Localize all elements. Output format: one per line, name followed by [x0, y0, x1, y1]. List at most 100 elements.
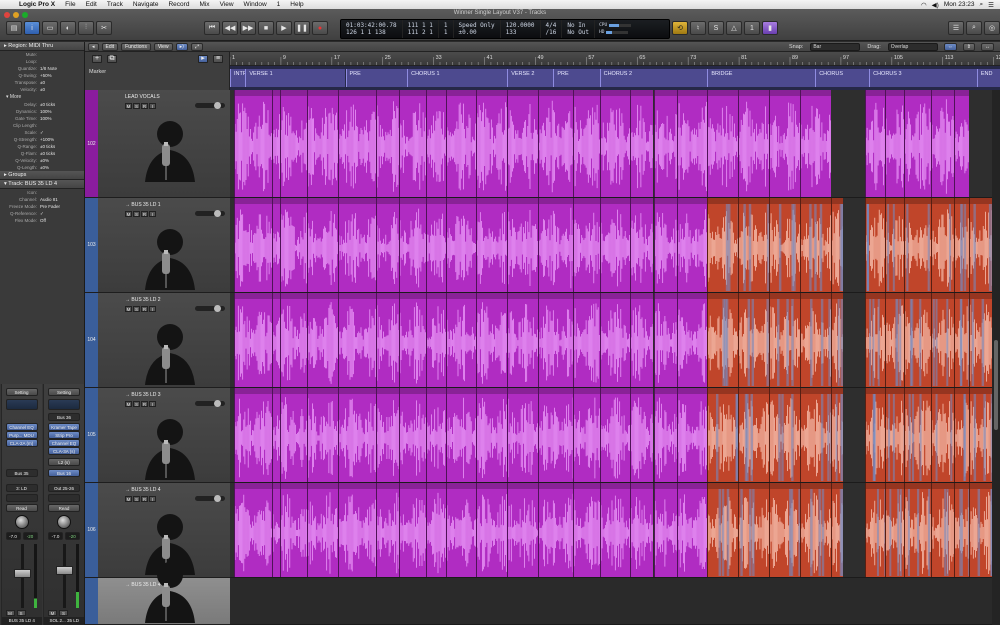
region-header[interactable]	[508, 293, 538, 299]
region-header[interactable]	[885, 483, 904, 489]
audio-region[interactable]	[399, 293, 427, 387]
inspector-row[interactable]: Loop:	[0, 58, 84, 65]
plugin-slot[interactable]: Strip Pro	[48, 431, 80, 439]
audio-region[interactable]	[233, 483, 273, 577]
region-header[interactable]	[273, 198, 281, 204]
audio-region[interactable]	[676, 90, 708, 197]
region-header[interactable]	[308, 198, 338, 204]
drag-select[interactable]: Overlap	[887, 42, 938, 51]
audio-region[interactable]	[865, 388, 885, 482]
menu-window[interactable]: Window	[239, 1, 272, 8]
output-slot[interactable]: 3: LD	[5, 484, 38, 492]
track-header[interactable]: 102 LEAD VOCALS MSRI	[85, 90, 230, 198]
marker[interactable]: CHORUS	[815, 69, 870, 87]
back-icon[interactable]: ◂	[88, 42, 99, 51]
region-header[interactable]	[866, 388, 885, 394]
rewind-icon[interactable]: ◀◀	[222, 21, 238, 35]
region-header[interactable]	[338, 388, 377, 394]
audio-region[interactable]	[830, 483, 843, 577]
track-button[interactable]: R	[141, 306, 148, 312]
region-header[interactable]	[234, 198, 273, 204]
track-button[interactable]: I	[149, 306, 156, 312]
region-header[interactable]	[739, 90, 769, 96]
audio-region[interactable]	[865, 483, 885, 577]
region-header[interactable]	[954, 388, 970, 394]
browsers-icon[interactable]: ⌕	[966, 21, 982, 35]
inspector-row[interactable]: Freeze Mode: Pre Fader	[0, 203, 84, 210]
audio-region[interactable]	[903, 388, 931, 482]
marker[interactable]: PRE	[345, 69, 408, 87]
track-lane[interactable]	[230, 578, 1000, 625]
audio-region[interactable]	[830, 293, 843, 387]
track-button[interactable]: M	[125, 103, 132, 109]
region-header[interactable]	[308, 90, 338, 96]
record-icon[interactable]: ●	[312, 21, 328, 35]
audio-region[interactable]	[476, 483, 508, 577]
menu-record[interactable]: Record	[163, 1, 194, 8]
mute-button[interactable]: M	[48, 610, 57, 616]
send-slot[interactable]: L2 (s)	[48, 458, 80, 466]
audio-region[interactable]	[233, 198, 273, 292]
region-header[interactable]	[931, 388, 954, 394]
region-header[interactable]	[446, 388, 477, 394]
audio-region[interactable]	[233, 293, 273, 387]
count-in-icon[interactable]: 1	[744, 21, 760, 35]
region-header[interactable]	[600, 198, 631, 204]
waveform-zoom-icon[interactable]: ⇔	[943, 42, 957, 51]
auto-zoom-icon[interactable]: ⤢	[191, 42, 204, 51]
send-slot[interactable]: Bus 16	[48, 469, 80, 477]
volume-fader[interactable]	[13, 568, 31, 578]
setting-button[interactable]: Setting	[48, 388, 80, 396]
inspector-row[interactable]: Dynamics: 100%	[0, 108, 84, 115]
audio-region[interactable]	[426, 293, 446, 387]
region-header[interactable]	[477, 483, 508, 489]
track-header[interactable]: 104 → BUS 35 LD 2 MSRI	[85, 293, 230, 388]
region-header[interactable]	[631, 198, 654, 204]
track-inspector-header[interactable]: ▾ Track: BUS 35 LD 4	[0, 180, 84, 189]
audio-region[interactable]	[272, 198, 281, 292]
region-header[interactable]	[234, 483, 273, 489]
arrange-lanes[interactable]	[230, 90, 1000, 625]
inspector-row[interactable]: Q-Strength: +100%	[0, 136, 84, 143]
snap-select[interactable]: Bar	[810, 42, 861, 51]
audio-region[interactable]	[572, 198, 600, 292]
audio-region[interactable]	[538, 198, 573, 292]
region-header[interactable]	[831, 483, 843, 489]
track-volume-slider[interactable]	[195, 305, 225, 312]
audio-region[interactable]	[884, 90, 904, 197]
plugin-slot[interactable]: Channel EQ	[48, 439, 80, 447]
eq-display[interactable]	[5, 399, 38, 410]
region-header[interactable]	[800, 483, 831, 489]
track-button[interactable]: S	[133, 496, 140, 502]
toolbar-button[interactable]: ▭	[42, 21, 58, 35]
track-volume-slider[interactable]	[195, 400, 225, 407]
audio-region[interactable]	[307, 293, 338, 387]
region-header[interactable]	[600, 293, 631, 299]
region-header[interactable]	[866, 483, 885, 489]
region-header[interactable]	[400, 198, 427, 204]
audio-region[interactable]	[769, 388, 800, 482]
audio-region[interactable]	[930, 293, 954, 387]
audio-region[interactable]	[507, 90, 538, 197]
track-name[interactable]: → BUS 35 LD 2	[125, 297, 161, 303]
audio-region[interactable]	[884, 388, 904, 482]
audio-region[interactable]	[707, 90, 739, 197]
region-header[interactable]	[831, 388, 843, 394]
track-button[interactable]: S	[133, 401, 140, 407]
audio-region[interactable]	[707, 483, 739, 577]
menu-list-icon[interactable]: ☰	[988, 1, 994, 9]
track-volume-slider[interactable]	[195, 495, 225, 502]
region-header[interactable]	[539, 90, 573, 96]
marker[interactable]: PRE	[553, 69, 600, 87]
audio-region[interactable]	[653, 293, 677, 387]
track-button[interactable]: R	[141, 496, 148, 502]
region-header[interactable]	[866, 198, 885, 204]
audio-region[interactable]	[930, 483, 954, 577]
region-header[interactable]	[904, 293, 931, 299]
audio-region[interactable]	[445, 483, 477, 577]
forward-icon[interactable]: ▶▶	[240, 21, 256, 35]
region-header[interactable]	[446, 198, 477, 204]
track-button[interactable]: S	[133, 306, 140, 312]
audio-region[interactable]	[376, 198, 400, 292]
marker[interactable]: CHORUS 1	[407, 69, 508, 87]
